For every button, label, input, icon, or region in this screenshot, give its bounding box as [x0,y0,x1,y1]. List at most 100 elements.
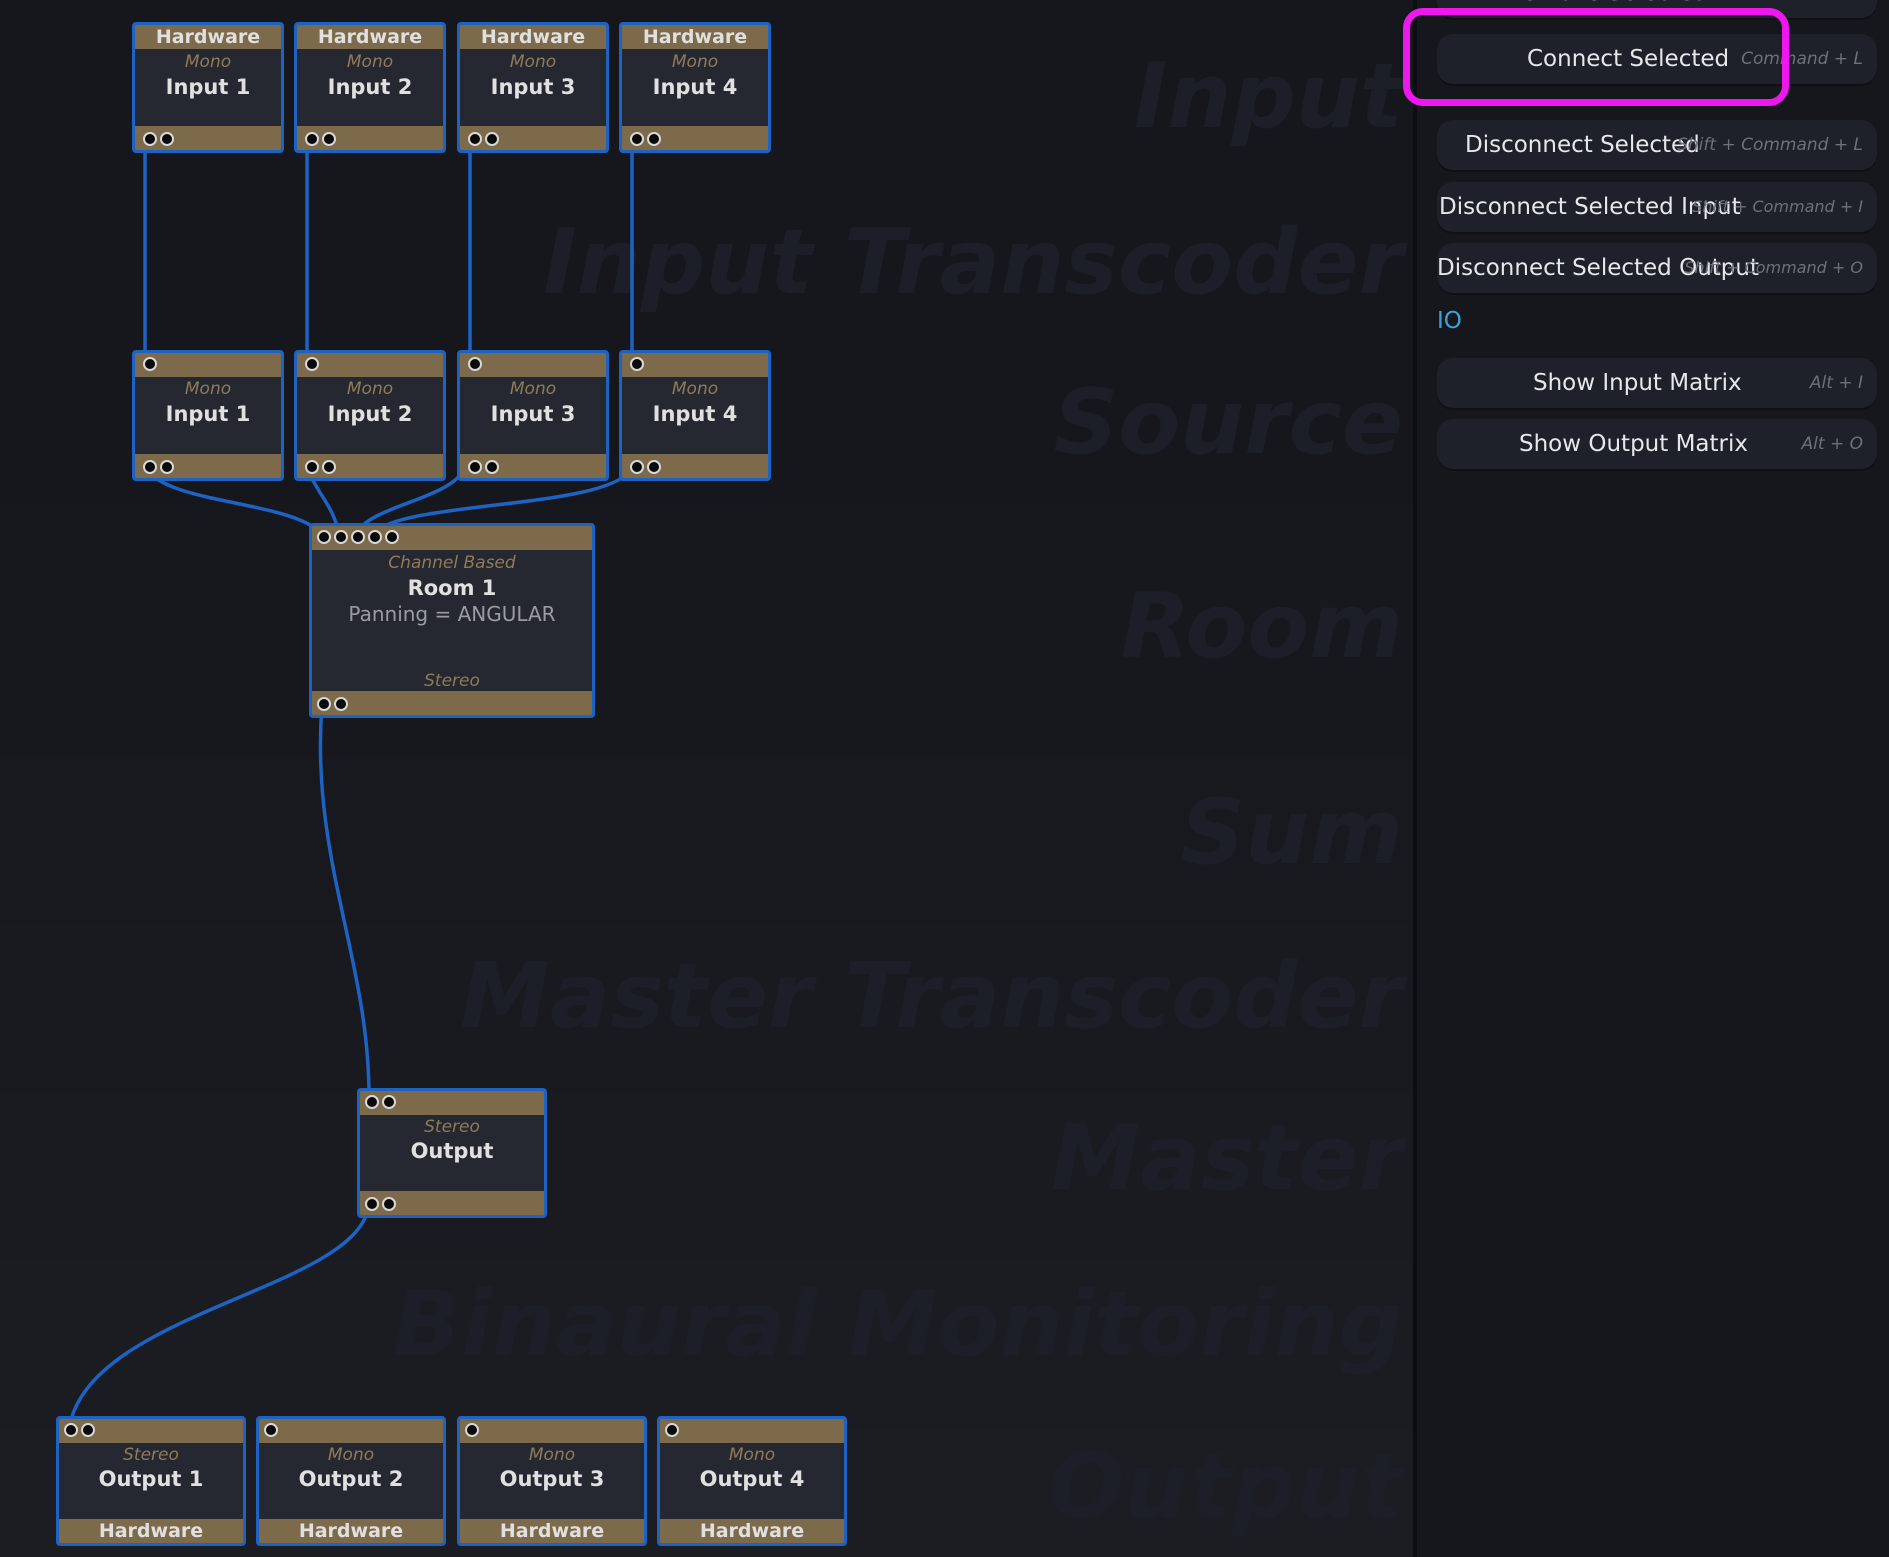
node-title: Output 4 [699,1467,805,1491]
output-port[interactable] [334,697,348,711]
connection-wires [67,140,634,1429]
wire-room-master [318,703,371,1101]
disconnect-selected-input-button[interactable]: Disconnect Selected Input Shift + Comman… [1437,182,1877,232]
node-hardware-output-3[interactable]: Mono Output 3 Hardware [457,1416,647,1546]
node-type: Mono [184,52,232,72]
node-title: Input 1 [165,402,251,426]
input-port[interactable] [264,1423,278,1437]
node-type: Mono [528,1445,576,1465]
node-type: Stereo [424,1117,480,1137]
output-port[interactable] [485,132,499,146]
node-title: Input 4 [652,402,738,426]
node-type: Mono [671,379,719,399]
node-type: Mono [509,379,557,399]
output-port[interactable] [317,697,331,711]
graph-canvas[interactable]: Input Input Transcoder Source Room Sum M… [0,0,1413,1557]
input-port[interactable] [665,1423,679,1437]
node-title: Output 3 [499,1467,605,1491]
input-port[interactable] [385,530,399,544]
node-hardware-input-1[interactable]: Hardware Mono Input 1 [132,22,284,153]
output-port[interactable] [468,460,482,474]
node-footer: Hardware [499,1520,605,1542]
output-port[interactable] [647,132,661,146]
input-port[interactable] [465,1423,479,1437]
node-format: Stereo [424,671,480,691]
input-port[interactable] [630,357,644,371]
output-port[interactable] [305,460,319,474]
node-title: Output 2 [298,1467,404,1491]
node-hardware-output-1[interactable]: Stereo Output 1 Hardware [56,1416,246,1546]
node-hardware-input-3[interactable]: Hardware Mono Input 3 [457,22,609,153]
node-source-input-1[interactable]: Mono Input 1 [132,350,284,481]
node-hardware-output-2[interactable]: Mono Output 2 Hardware [256,1416,446,1546]
connect-selected-highlight [1403,8,1789,106]
node-source-input-3[interactable]: Mono Input 3 [457,350,609,481]
node-title: Output [410,1139,494,1163]
input-port[interactable] [365,1095,379,1109]
show-input-matrix-button[interactable]: Show Input Matrix Alt + I [1437,358,1877,408]
menu-item-label: Show Output Matrix [1519,431,1748,457]
output-port[interactable] [630,460,644,474]
node-panning-info: Panning = ANGULAR [348,602,556,626]
input-port[interactable] [305,357,319,371]
node-header: Hardware [642,26,748,48]
output-port[interactable] [160,460,174,474]
menu-item-label: Disconnect Selected [1465,132,1700,158]
node-hardware-input-4[interactable]: Hardware Mono Input 4 [619,22,771,153]
io-section-heading: IO [1437,308,1462,334]
output-port[interactable] [143,460,157,474]
node-hardware-output-4[interactable]: Mono Output 4 Hardware [657,1416,847,1546]
node-type: Mono [346,379,394,399]
menu-item-shortcut: Alt + O [1801,434,1863,454]
output-port[interactable] [143,132,157,146]
node-type: Mono [509,52,557,72]
disconnect-selected-output-button[interactable]: Disconnect Selected Output Shift + Comma… [1437,243,1877,293]
input-port[interactable] [317,530,331,544]
output-port[interactable] [160,132,174,146]
input-port[interactable] [334,530,348,544]
node-title: Output 1 [98,1467,204,1491]
menu-item-shortcut: Shift + Command + O [1684,258,1863,277]
input-port[interactable] [64,1423,78,1437]
input-port[interactable] [143,357,157,371]
output-port[interactable] [365,1197,379,1211]
input-port[interactable] [368,530,382,544]
node-title: Input 1 [165,75,251,99]
input-port[interactable] [351,530,365,544]
output-port[interactable] [468,132,482,146]
node-header: Hardware [317,26,423,48]
node-master-output[interactable]: Stereo Output [357,1088,547,1218]
node-title: Input 3 [490,75,576,99]
node-type: Mono [327,1445,375,1465]
node-title: Input 3 [490,402,576,426]
wire-master-out1 [67,1203,371,1429]
node-room-1[interactable]: Channel Based Room 1 Panning = ANGULAR S… [309,523,595,718]
node-footer: Hardware [298,1520,404,1542]
output-port[interactable] [630,132,644,146]
node-source-input-2[interactable]: Mono Input 2 [294,350,446,481]
node-header: Hardware [155,26,261,48]
menu-item-label: Show Input Matrix [1533,370,1742,396]
input-port[interactable] [468,357,482,371]
node-hardware-input-2[interactable]: Hardware Mono Input 2 [294,22,446,153]
node-header: Hardware [480,26,586,48]
node-footer: Hardware [699,1520,805,1542]
node-type: Mono [671,52,719,72]
output-port[interactable] [647,460,661,474]
node-source-input-4[interactable]: Mono Input 4 [619,350,771,481]
output-port[interactable] [485,460,499,474]
node-footer: Hardware [98,1520,204,1542]
node-type: Channel Based [388,553,516,573]
input-port[interactable] [382,1095,396,1109]
input-port[interactable] [81,1423,95,1437]
show-output-matrix-button[interactable]: Show Output Matrix Alt + O [1437,419,1877,469]
output-port[interactable] [382,1197,396,1211]
output-port[interactable] [305,132,319,146]
node-type: Mono [184,379,232,399]
output-port[interactable] [322,132,336,146]
node-title: Input 2 [327,402,413,426]
node-type: Mono [346,52,394,72]
node-type: Mono [728,1445,776,1465]
output-port[interactable] [322,460,336,474]
disconnect-selected-button[interactable]: Disconnect Selected Shift + Command + L [1437,120,1877,170]
